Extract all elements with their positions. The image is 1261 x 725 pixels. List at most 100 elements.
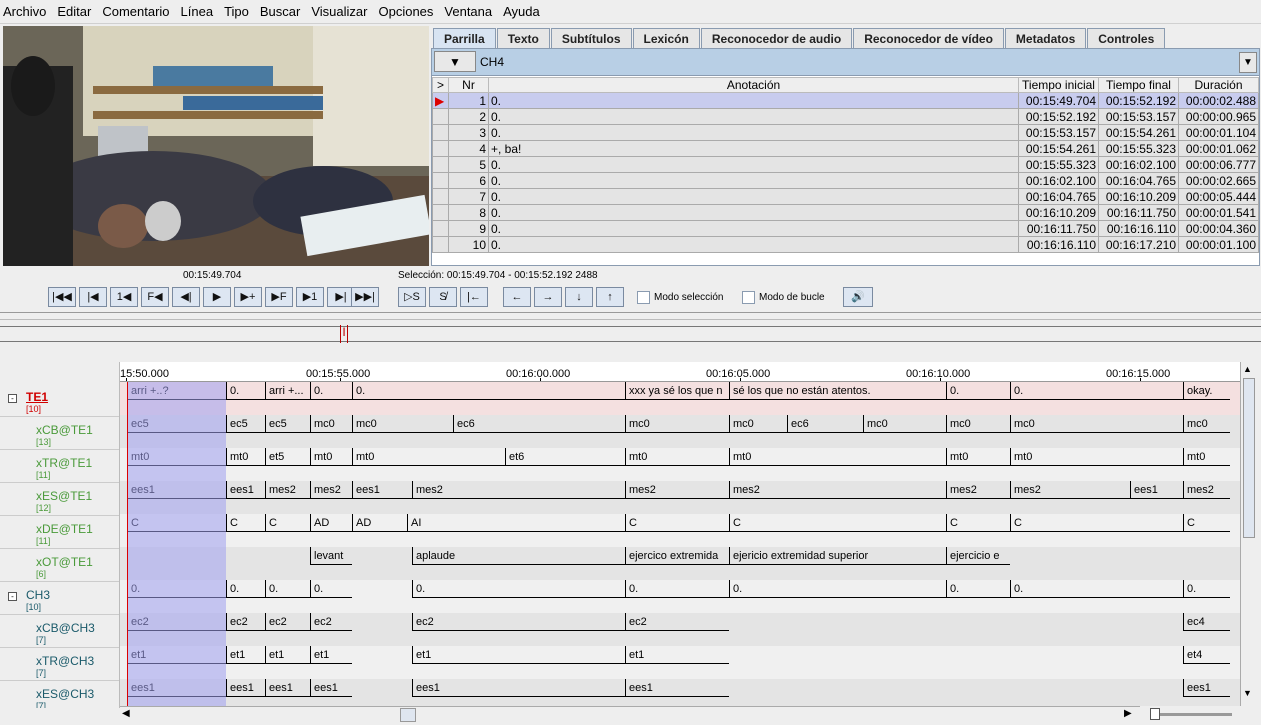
loop-mode-checkbox[interactable] [742,291,755,304]
horizontal-scrollbar[interactable]: ◀ ▶ [120,706,1140,723]
col-end[interactable]: Tiempo final [1098,77,1179,93]
annotation-block[interactable]: ec2 [625,613,729,631]
annotation-block[interactable]: ejericio extremidad superior [729,547,946,565]
table-row[interactable]: 2 0. 00:15:52.192 00:15:53.157 00:00:00.965 [432,108,1259,125]
chevron-down-icon[interactable]: ▼ [1239,52,1257,73]
next-ms-button[interactable]: ▶+ [234,287,262,307]
table-row[interactable]: ▶ 1 0. 00:15:49.704 00:15:52.192 00:00:02.488 [432,92,1259,109]
previous-scrollview-button[interactable]: |◀ [79,287,107,307]
annotation-block[interactable]: 0. [226,382,265,400]
menu-5[interactable]: Buscar [260,4,300,19]
annotation-block[interactable]: mt0 [1183,448,1230,466]
annotation-block[interactable]: ec5 [265,415,310,433]
col-begin[interactable]: Tiempo inicial [1018,77,1099,93]
tier-label-row[interactable]: xTR@CH3 [7] [0,648,119,681]
tier-label-row[interactable]: xDE@TE1 [11] [0,516,119,549]
annotation-block[interactable]: mt0 [226,448,265,466]
col-arrow[interactable]: > [432,77,449,93]
annotation-block[interactable]: ees1 [1130,481,1183,499]
annotation-block[interactable]: sé los que no están atentos. [729,382,946,400]
collapse-icon[interactable]: - [8,394,17,403]
menu-0[interactable]: Archivo [3,4,46,19]
annotation-block[interactable]: ees1 [352,481,412,499]
annotation-block[interactable]: 0. [265,580,310,598]
annotation-block[interactable]: mes2 [625,481,729,499]
annotation-block[interactable]: AI [407,514,625,532]
annotation-block[interactable]: mes2 [946,481,1010,499]
annotation-block[interactable]: ees1 [625,679,729,697]
play-selection-button[interactable]: ▷S [398,287,426,307]
tier-track[interactable]: arri +..?0.arri +...0.0.xxx ya sé los qu… [120,382,1240,415]
vertical-scroll-thumb[interactable] [1243,378,1255,538]
annotation-block[interactable]: et1 [625,646,729,664]
tier-track[interactable]: ees1ees1ees1ees1ees1ees1ees1 [120,679,1240,706]
tab-1[interactable]: Texto [496,28,550,48]
tier-track[interactable]: et1et1et1et1et1et1et4 [120,646,1240,679]
annotation-block[interactable]: C [625,514,729,532]
annotation-block[interactable]: 0. [1010,580,1183,598]
tier-label-row[interactable]: CH3 [10] - [0,582,119,615]
annotation-block[interactable]: C [265,514,310,532]
tier-track[interactable]: CCCADADAICCCCC [120,514,1240,547]
menu-8[interactable]: Ventana [444,4,492,19]
tier-track[interactable]: mt0mt0et5mt0mt0et6mt0mt0mt0mt0mt0 [120,448,1240,481]
annotation-block[interactable]: mes2 [1010,481,1130,499]
menu-7[interactable]: Opciones [378,4,433,19]
menu-9[interactable]: Ayuda [503,4,540,19]
annotation-block[interactable]: ejercico extremida [625,547,729,565]
annotation-block[interactable]: 0. [352,382,625,400]
timeline-tracks[interactable]: arri +..?0.arri +...0.0.xxx ya sé los qu… [120,382,1240,706]
annotation-block[interactable]: ees1 [226,679,265,697]
go-to-begin-button[interactable]: |◀◀ [48,287,76,307]
tier-label-row[interactable]: xOT@TE1 [6] [0,549,119,582]
annotation-block[interactable]: 0. [1010,382,1183,400]
annotation-block[interactable]: mc0 [729,415,787,433]
table-row[interactable]: 3 0. 00:15:53.157 00:15:54.261 00:00:01.104 [432,124,1259,141]
annotation-block[interactable]: ees1 [1183,679,1230,697]
annotation-block[interactable]: 0. [310,382,352,400]
annotation-block[interactable]: mt0 [625,448,729,466]
annotation-block[interactable]: ec5 [226,415,265,433]
tab-0[interactable]: Parrilla [433,28,496,48]
annotation-block[interactable]: 0. [946,382,1010,400]
scroll-left-icon[interactable]: ◀ [122,708,130,719]
tab-5[interactable]: Reconocedor de vídeo [853,28,1004,48]
menu-2[interactable]: Comentario [102,4,169,19]
table-row[interactable]: 6 0. 00:16:02.100 00:16:04.765 00:00:02.665 [432,172,1259,189]
annotation-block[interactable]: mc0 [310,415,352,433]
tier-label-row[interactable]: xTR@TE1 [11] [0,450,119,483]
annotation-block[interactable]: mc0 [625,415,729,433]
table-row[interactable]: 8 0. 00:16:10.209 00:16:11.750 00:00:01.541 [432,204,1259,221]
annotation-block[interactable]: ees1 [226,481,265,499]
previous-frame-button[interactable]: F◀ [141,287,169,307]
annotation-block[interactable]: mes2 [412,481,625,499]
annotation-block[interactable]: et5 [265,448,310,466]
table-row[interactable]: 4 +, ba! 00:15:54.261 00:15:55.323 00:00:01.… [432,140,1259,157]
menu-3[interactable]: Línea [181,4,214,19]
annotation-block[interactable]: 0. [412,580,625,598]
annotation-block[interactable]: xxx ya sé los que n [625,382,729,400]
annotation-block[interactable]: 0. [946,580,1010,598]
annotation-block[interactable]: aplaude [412,547,625,565]
annotation-block[interactable]: mes2 [1183,481,1230,499]
annotation-block[interactable]: ec2 [412,613,625,631]
annotation-block[interactable]: 0. [226,580,265,598]
annotation-block[interactable]: C [1183,514,1230,532]
horizontal-scroll-thumb[interactable] [400,708,416,722]
panel-divider-2[interactable] [0,348,1261,360]
tier-label-row[interactable]: xCB@CH3 [7] [0,615,119,648]
panel-divider[interactable] [0,312,1261,320]
annotation-block[interactable]: ec6 [453,415,625,433]
zoom-slider[interactable] [1146,707,1234,721]
annotation-block[interactable]: mt0 [1010,448,1183,466]
annotation-block[interactable]: C [729,514,946,532]
arrow-left-icon[interactable]: ← [503,287,531,307]
arrow-up-icon[interactable]: ↑ [596,287,624,307]
annotation-block[interactable]: ees1 [310,679,352,697]
tab-2[interactable]: Subtítulos [550,28,632,48]
clear-selection-button[interactable]: S̸ [429,287,457,307]
selection-begin-button[interactable]: |← [460,287,488,307]
tier-track[interactable]: ec2ec2ec2ec2ec2ec2ec4 [120,613,1240,646]
tier-track[interactable]: levant aplaude ejercico extremida ejericio … [120,547,1240,580]
annotation-block[interactable]: mes2 [729,481,946,499]
